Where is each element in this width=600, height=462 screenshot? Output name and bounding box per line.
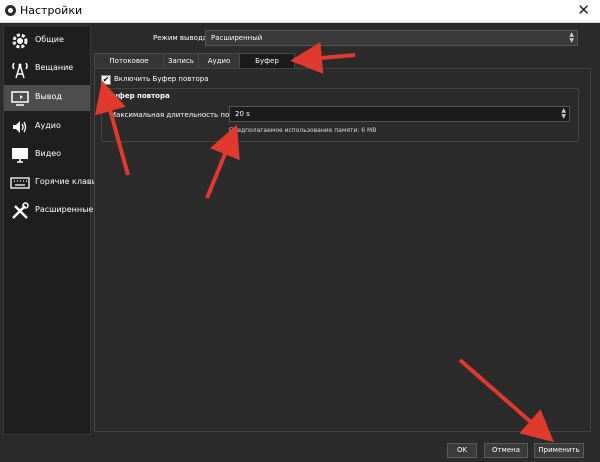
arrow-to-apply-button [458, 358, 555, 443]
arrow-to-duration-field [205, 124, 240, 199]
annotation-arrows [94, 41, 555, 443]
arrow-to-replay-tab [290, 41, 356, 74]
settings-window: Настройки ✕ Общие Вещание Вывод Аудио Ви… [0, 0, 600, 462]
arrow-to-enable-checkbox [94, 80, 130, 176]
